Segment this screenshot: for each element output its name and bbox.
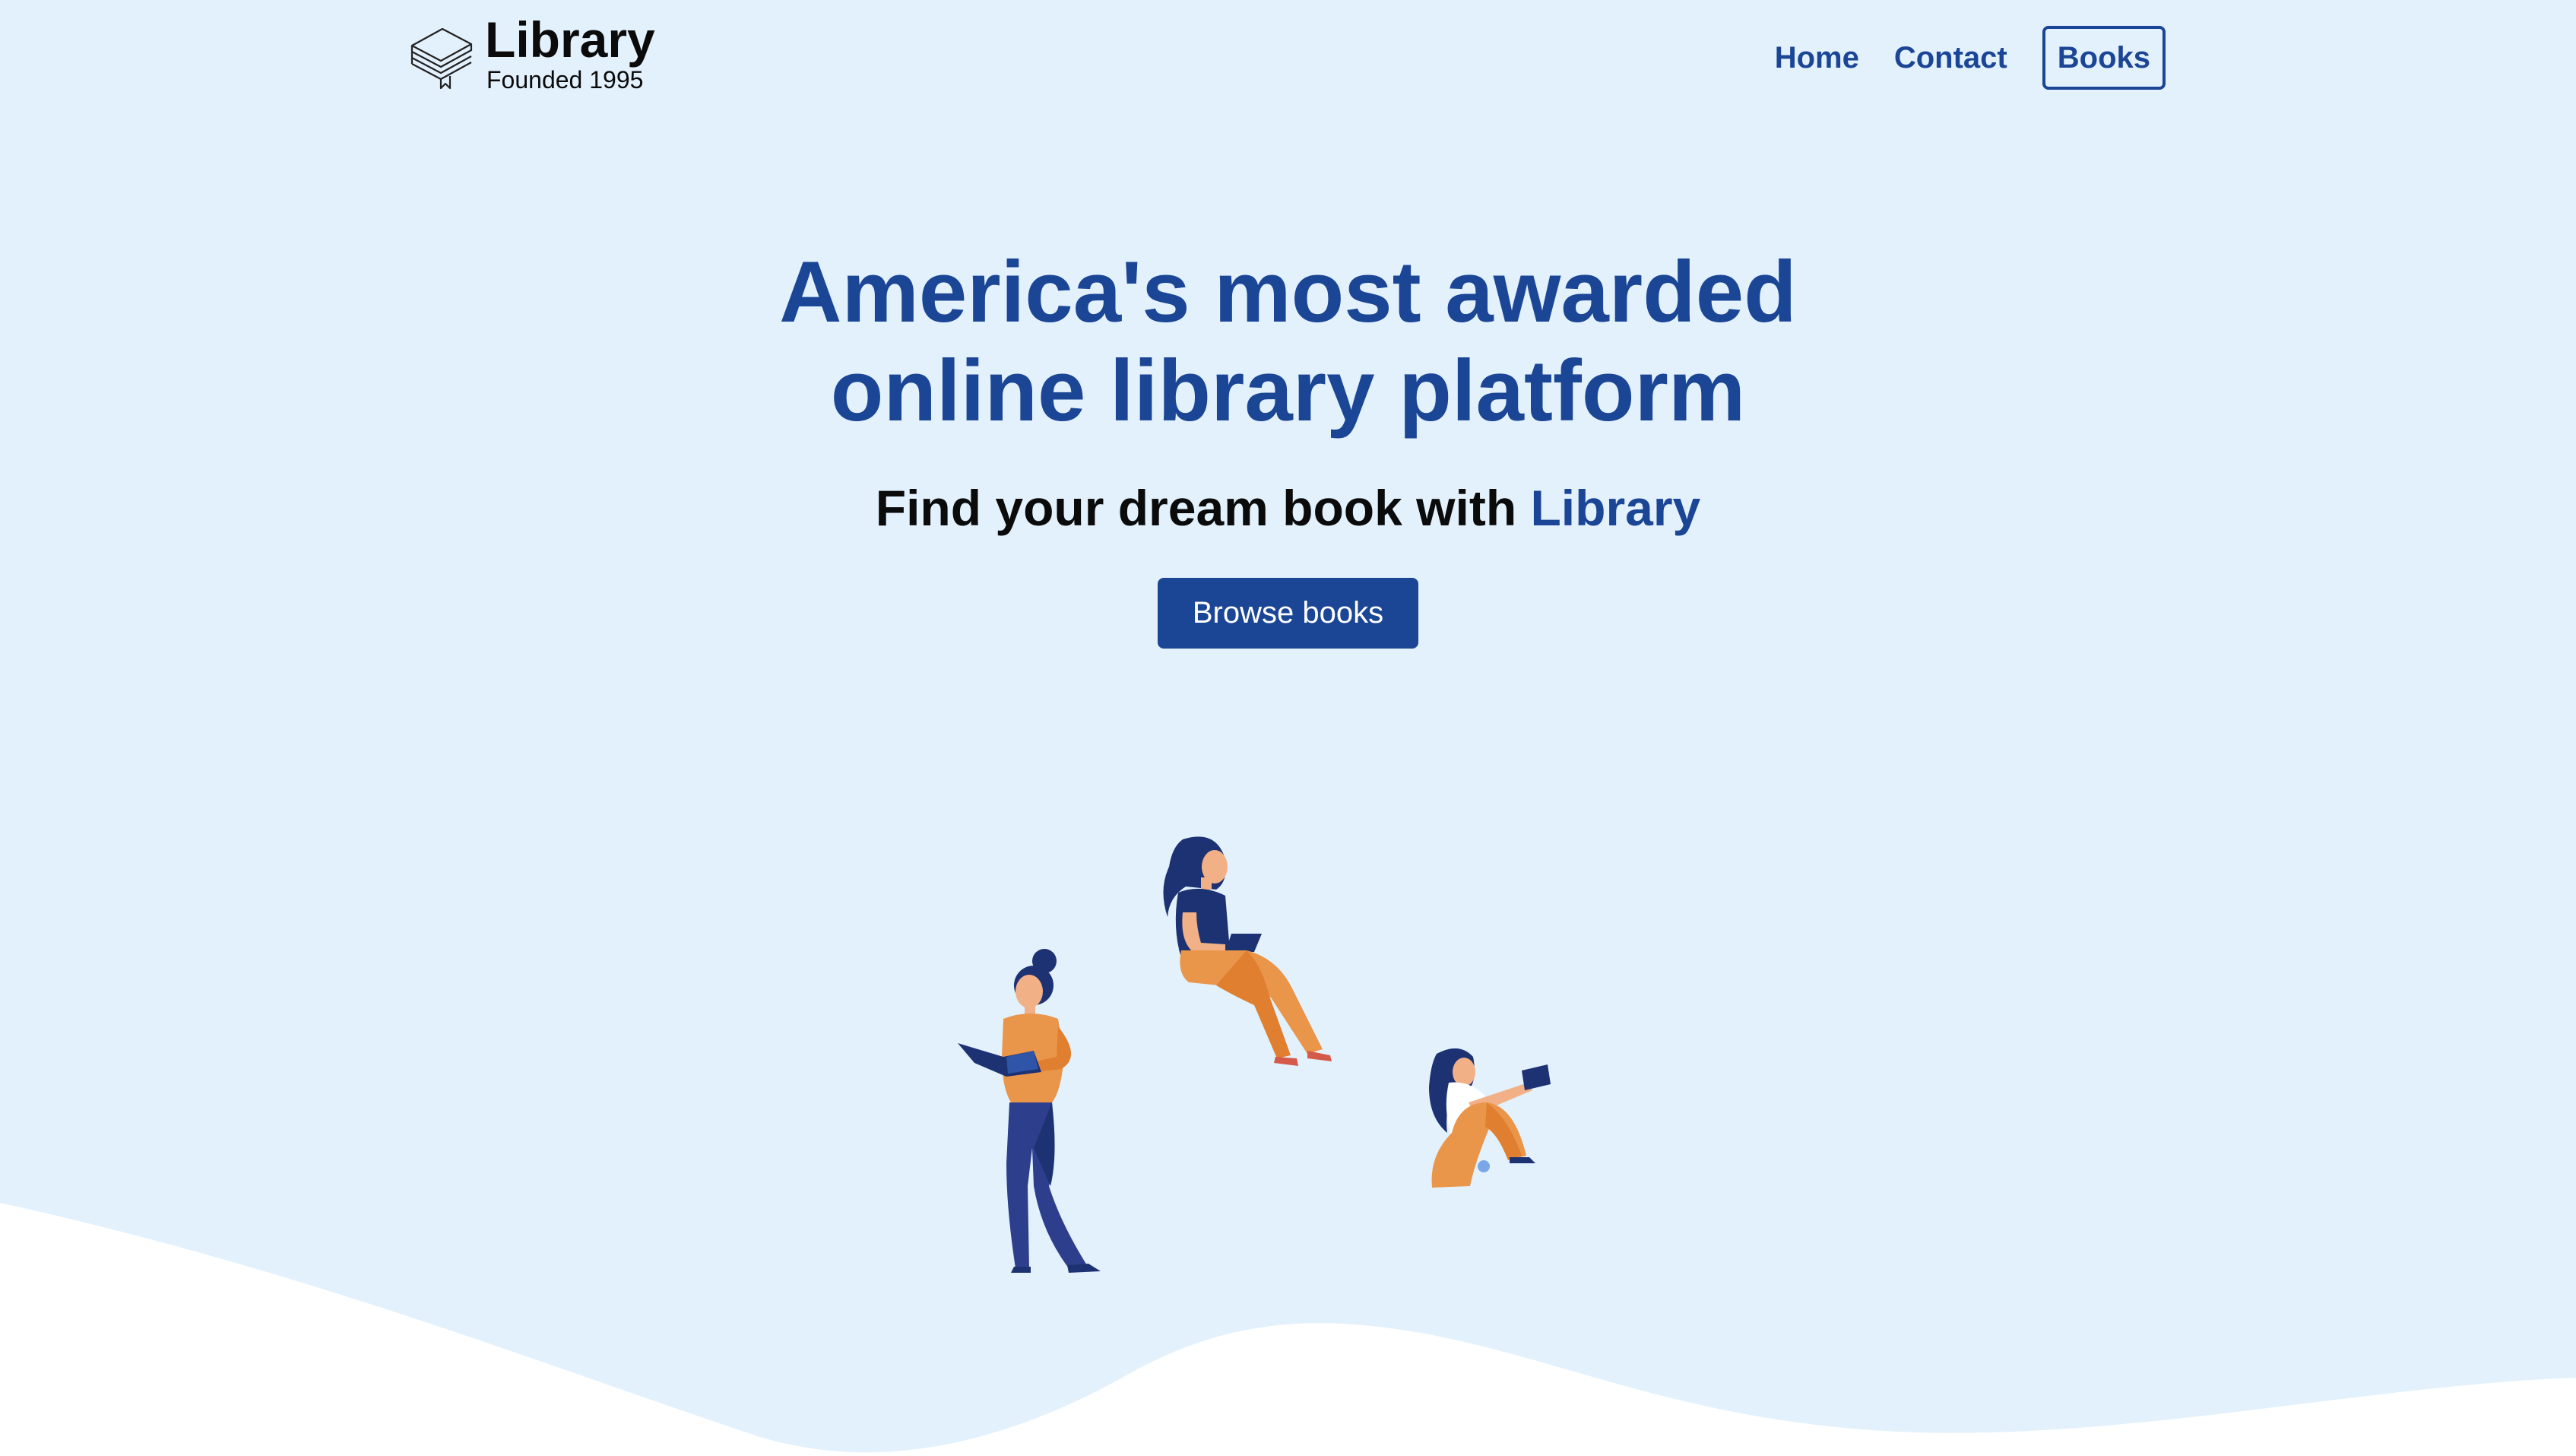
hero-title: America's most awarded online library pl… xyxy=(0,243,2576,441)
nav-contact-link[interactable]: Contact xyxy=(1894,41,2007,75)
hero-subtitle-brand: Library xyxy=(1530,480,1701,536)
hero-section: America's most awarded online library pl… xyxy=(0,243,2576,649)
main-nav: Home Contact Books xyxy=(1775,26,2166,90)
hero-subtitle-text: Find your dream book with xyxy=(875,480,1531,536)
nav-home-link[interactable]: Home xyxy=(1775,41,1859,75)
logo-name: Library xyxy=(485,11,655,68)
stacked-books-icon xyxy=(410,27,473,90)
hero-title-line-2: online library platform xyxy=(830,343,1746,439)
nav-books-link[interactable]: Books xyxy=(2042,26,2166,90)
logo-tagline: Founded 1995 xyxy=(486,66,644,94)
sitting-reader-figure xyxy=(1429,1048,1551,1188)
hero-subtitle: Find your dream book with Library xyxy=(0,477,2576,538)
hero-title-line-1: America's most awarded xyxy=(779,244,1797,341)
bottom-wave xyxy=(0,1203,2576,1456)
logo[interactable]: Library Founded 1995 xyxy=(409,12,655,93)
landing-page: Library Founded 1995 Home Contact Books … xyxy=(0,0,2576,1456)
browse-books-button[interactable]: Browse books xyxy=(1157,578,1419,649)
laptop-reader-figure xyxy=(1163,836,1332,1066)
logo-text: Library Founded 1995 xyxy=(485,12,655,93)
